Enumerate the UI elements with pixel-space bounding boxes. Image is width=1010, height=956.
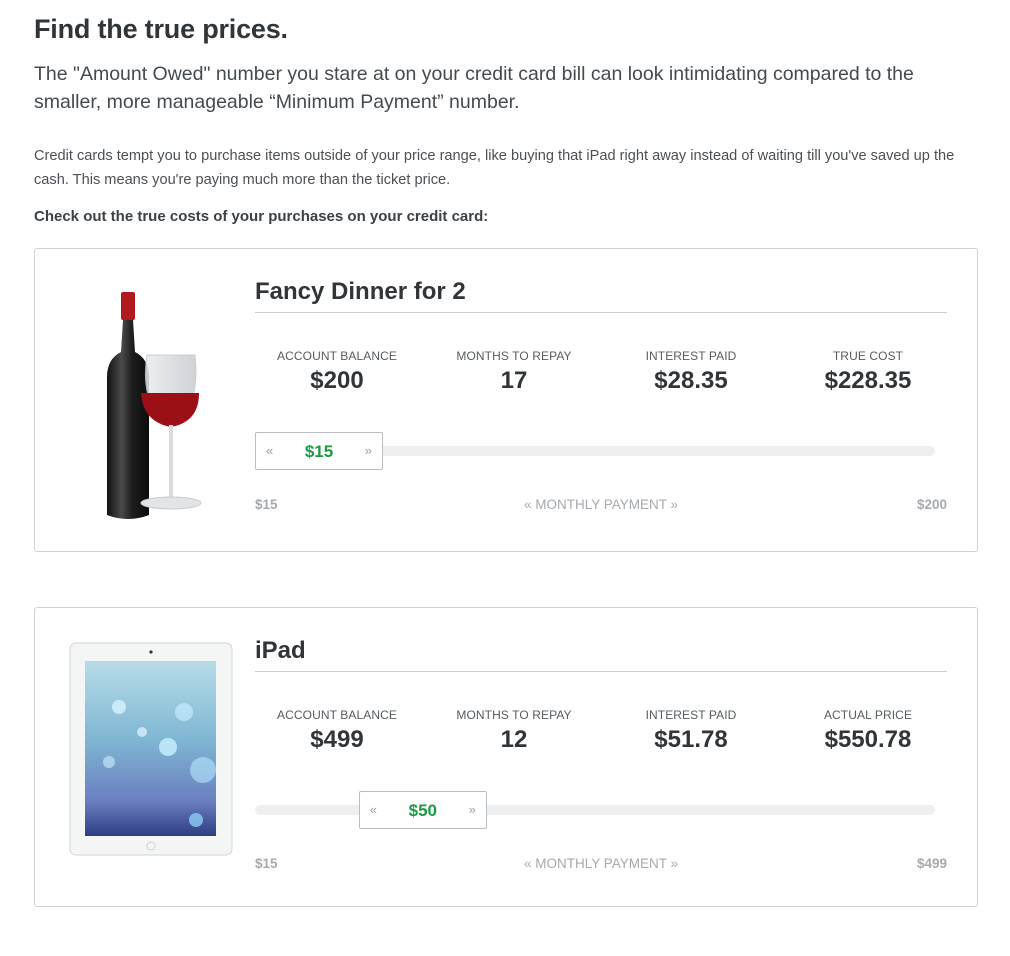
payment-slider-handle[interactable]: « $15 »	[255, 432, 383, 470]
stat-value: $200	[310, 367, 364, 394]
stat-months-to-repay: MONTHS TO REPAY 17	[426, 349, 602, 395]
stat-label: ACTUAL PRICE	[823, 708, 913, 722]
lead-paragraph: The "Amount Owed" number you stare at on…	[34, 63, 914, 113]
stat-value: 12	[500, 726, 528, 753]
stats-row: ACCOUNT BALANCE $200 MONTHS TO REPAY 17 …	[249, 349, 959, 399]
slider-min-label: $15	[255, 856, 278, 871]
stat-label: MONTHS TO REPAY	[456, 708, 572, 722]
monthly-payment-label: « MONTHLY PAYMENT »	[523, 856, 679, 871]
stat-actual-price: ACTUAL PRICE $550.78	[780, 708, 956, 754]
increase-arrow-icon[interactable]: »	[365, 443, 372, 458]
stat-label: ACCOUNT BALANCE	[277, 708, 397, 722]
payment-slider-handle[interactable]: « $50 »	[358, 791, 487, 829]
monthly-payment-label: « MONTHLY PAYMENT »	[523, 497, 679, 512]
stat-value: $51.78	[654, 726, 728, 753]
slider-max-label: $200	[916, 497, 947, 512]
wine-bottle-icon	[59, 277, 239, 527]
increase-arrow-icon[interactable]: »	[469, 802, 476, 817]
stat-value: $499	[310, 726, 364, 753]
page-title: Find the true prices.	[34, 14, 288, 44]
card-title: Fancy Dinner for 2	[255, 277, 947, 313]
payment-value: $15	[304, 442, 334, 461]
stat-value: $550.78	[824, 726, 912, 753]
stat-label: MONTHS TO REPAY	[456, 349, 572, 363]
stat-label: INTEREST PAID	[645, 708, 737, 722]
purchase-card-dinner: Fancy Dinner for 2 ACCOUNT BALANCE $200 …	[34, 248, 978, 552]
purchase-card-ipad: iPad ACCOUNT BALANCE $499 MONTHS TO REPA…	[34, 607, 978, 907]
payment-value: $50	[408, 801, 437, 820]
slider-max-label: $499	[916, 856, 947, 871]
slider-min-label: $15	[255, 497, 278, 512]
stat-months-to-repay: MONTHS TO REPAY 12	[426, 708, 602, 754]
callout-text: Check out the true costs of your purchas…	[34, 208, 489, 225]
stat-interest-paid: INTEREST PAID $51.78	[603, 708, 779, 754]
stat-account-balance: ACCOUNT BALANCE $499	[249, 708, 425, 754]
stat-label: TRUE COST	[832, 349, 904, 363]
stat-label: INTEREST PAID	[645, 349, 737, 363]
stat-value: $228.35	[824, 367, 912, 394]
stat-account-balance: ACCOUNT BALANCE $200	[249, 349, 425, 395]
stats-row: ACCOUNT BALANCE $499 MONTHS TO REPAY 12 …	[249, 708, 959, 758]
stat-true-cost: TRUE COST $228.35	[780, 349, 956, 395]
tablet-icon	[69, 642, 233, 856]
stat-label: ACCOUNT BALANCE	[277, 349, 397, 363]
body-paragraph: Credit cards tempt you to purchase items…	[34, 148, 955, 188]
payment-slider-track[interactable]	[255, 805, 935, 815]
stat-value: 17	[500, 367, 528, 394]
card-title: iPad	[255, 636, 947, 672]
stat-value: $28.35	[654, 367, 728, 394]
stat-interest-paid: INTEREST PAID $28.35	[603, 349, 779, 395]
